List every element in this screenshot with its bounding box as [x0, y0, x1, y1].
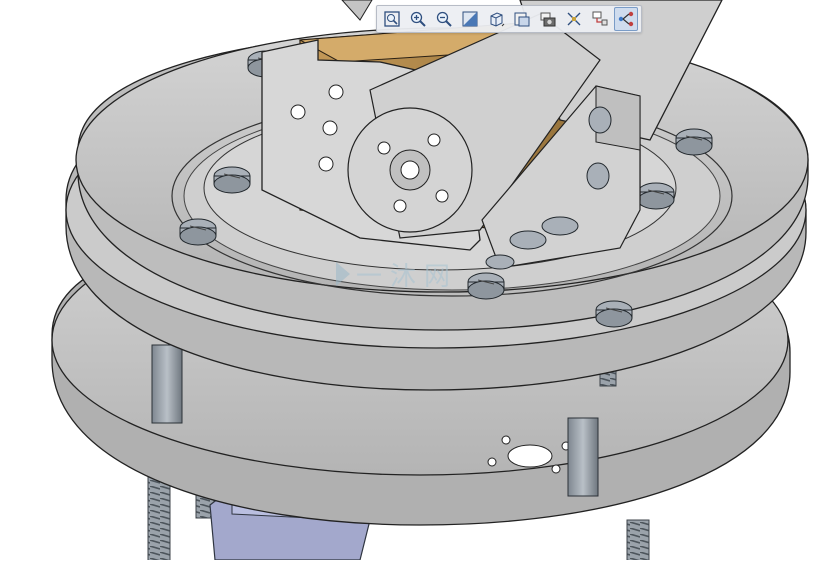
- section-view-button[interactable]: [510, 7, 534, 31]
- watermark-text: 一沐网: [356, 262, 458, 292]
- zoom-out-icon: [436, 11, 452, 27]
- view-toolbar: [376, 5, 642, 33]
- section-view-icon: [514, 12, 530, 27]
- zoom-fit-button[interactable]: [380, 7, 404, 31]
- annotation-button[interactable]: [588, 7, 612, 31]
- model-tree-button[interactable]: [614, 7, 638, 31]
- zoom-fit-icon: [384, 11, 400, 27]
- explode-button[interactable]: [562, 7, 586, 31]
- snapshot-button[interactable]: [536, 7, 560, 31]
- camera-icon: [540, 12, 556, 27]
- robot-base-model: 一沐网: [51, 0, 809, 564]
- zoom-in-icon: [410, 11, 426, 27]
- zoom-in-button[interactable]: [406, 7, 430, 31]
- model-viewport[interactable]: 一沐网: [0, 0, 820, 564]
- shaded-display-button[interactable]: [458, 7, 482, 31]
- explode-icon: [567, 12, 581, 26]
- cube-view-icon: [490, 12, 505, 27]
- tree-icon: [618, 11, 634, 27]
- annotation-icon: [592, 11, 608, 26]
- zoom-out-button[interactable]: [432, 7, 456, 31]
- view-orientation-button[interactable]: [484, 7, 508, 31]
- shaded-icon: [462, 11, 478, 27]
